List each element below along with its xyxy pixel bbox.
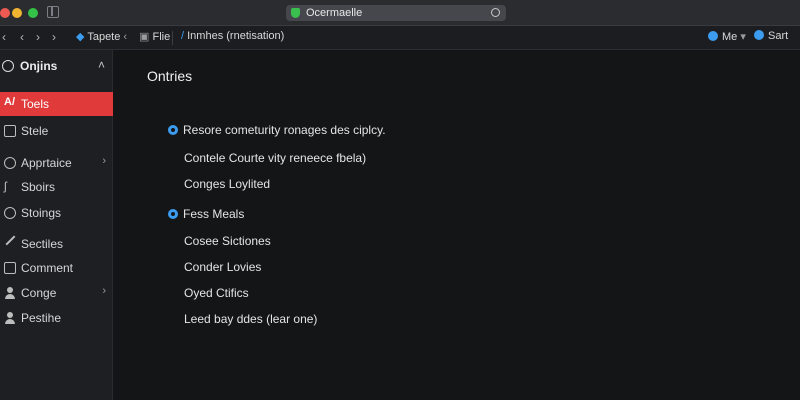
page-title: Ontries [147,68,193,84]
sidebar-item-stoings[interactable]: Stoings [0,201,113,225]
toolbar-tab-label: Inmhes (rnetisation) [187,30,285,42]
tag-icon: ◆ [76,31,85,43]
list-item[interactable]: Conges Loylited [184,177,270,191]
sidebar-header[interactable]: Onjins ˄ [0,56,113,76]
sidebar-item-label: Toels [21,97,50,111]
pen-icon: / [181,30,185,42]
info-icon [168,209,178,219]
list-item-text: Oyed Ctifics [184,286,249,300]
wrench-icon [5,235,23,253]
sidebar-item-comment[interactable]: Comment [0,256,113,280]
sidebar-item-label: Comment [21,261,74,275]
sidebar-item-pestihe[interactable]: Pestihe [0,306,113,330]
sidebar-item-stele[interactable]: Stele [0,119,113,143]
palette-icon [4,157,16,169]
main-panel: Ontries Resore cometurity ronages des ci… [114,50,800,400]
person-icon [4,287,16,299]
list-item[interactable]: Contele Courte vity reneece fbela) [184,151,366,165]
info-icon [168,125,178,135]
shield-icon [291,8,300,18]
file-icon: ▣ [139,31,150,43]
sidebar: Onjins ˄ A/ Toels Stele Apprtaice › ʃ Sb… [0,50,113,400]
list-item-text: Leed bay ddes (lear one) [184,312,318,326]
info-icon [2,60,14,72]
sidebar-item-label: Stoings [21,206,62,220]
list-item[interactable]: Oyed Ctifics [184,286,249,300]
toolbar-tab-inmhes[interactable]: / Inmhes (rnetisation) [181,30,284,42]
sidebar-item-sectiles[interactable]: Sectiles [0,232,113,256]
sort-label: Sart [768,30,789,42]
sidebar-item-label: Stele [21,124,49,138]
list-item-text: Cosee Sictiones [184,234,271,248]
list-item-text: Resore cometurity ronages des ciplcy. [183,123,386,137]
sidebar-item-label: Apprtaice [21,156,72,170]
sidebar-item-apprtaice[interactable]: Apprtaice › [0,151,113,175]
toolbar: ‹ ‹ › › ◆ Tapete ‹ ▣ Flie / Inmhes (rnet… [0,26,800,50]
sidebar-item-toels[interactable]: A/ Toels [0,92,113,116]
box-icon [4,125,16,137]
zoom-window-button[interactable] [28,8,38,18]
chevron-up-icon[interactable]: ˄ [98,58,105,72]
address-text: Ocermaelle [306,7,363,19]
list-item-text: Contele Courte vity reneece fbela) [184,151,367,165]
profile-icon [708,31,718,41]
list-item-text: Conder Lovies [184,260,262,274]
sidebar-header-label: Onjins [20,59,58,73]
sidebar-item-label: Pestihe [21,311,62,325]
list-item[interactable]: Fess Meals [168,207,244,221]
close-window-button[interactable] [0,8,10,18]
chevron-right-icon: › [102,155,106,167]
sidebar-toggle-icon[interactable] [47,6,59,18]
gear-icon [4,207,16,219]
list-item[interactable]: Leed bay ddes (lear one) [184,312,317,326]
sidebar-item-label: Conge [21,286,57,300]
chevron-right-icon: › [102,285,106,297]
toolbar-tab-label: Flie [152,31,171,43]
sidebar-item-conge[interactable]: Conge › [0,281,113,305]
me-menu-button[interactable]: Me ▾ [708,30,746,43]
sort-button[interactable]: Sart [754,30,788,42]
sidebar-item-label: Sboirs [21,180,56,194]
toolbar-tab-tapete[interactable]: ◆ Tapete ‹ [76,30,127,43]
toolbar-divider [172,31,173,45]
minimize-window-button[interactable] [12,8,22,18]
comment-icon [4,262,16,274]
toolbar-tab-label: Tapete [87,31,121,43]
chevron-right-icon[interactable]: › [36,30,40,44]
sort-icon [754,30,764,40]
reload-icon[interactable] [491,8,500,17]
chevron-left-icon: ‹ [123,31,128,43]
list-item[interactable]: Resore cometurity ronages des ciplcy. [168,123,386,137]
sidebar-item-sboirs[interactable]: ʃ Sboirs [0,175,113,199]
chevron-left-icon[interactable]: ‹ [20,30,24,44]
address-bar[interactable]: Ocermaelle [286,5,506,21]
chevron-right-icon[interactable]: › [52,30,56,44]
title-bar: Ocermaelle [0,0,800,26]
wave-icon: ʃ [4,179,7,193]
chevron-left-icon[interactable]: ‹ [2,30,6,44]
me-label: Me [722,31,738,43]
list-item-text: Fess Meals [183,207,245,221]
list-item[interactable]: Conder Lovies [184,260,261,274]
list-item[interactable]: Cosee Sictiones [184,234,271,248]
person-icon [4,312,16,324]
list-item-text: Conges Loylited [184,177,271,191]
tools-icon: A/ [4,96,15,108]
chevron-down-icon: ▾ [737,31,746,43]
toolbar-tab-file[interactable]: ▣ Flie [139,30,170,43]
sidebar-item-label: Sectiles [21,237,64,251]
